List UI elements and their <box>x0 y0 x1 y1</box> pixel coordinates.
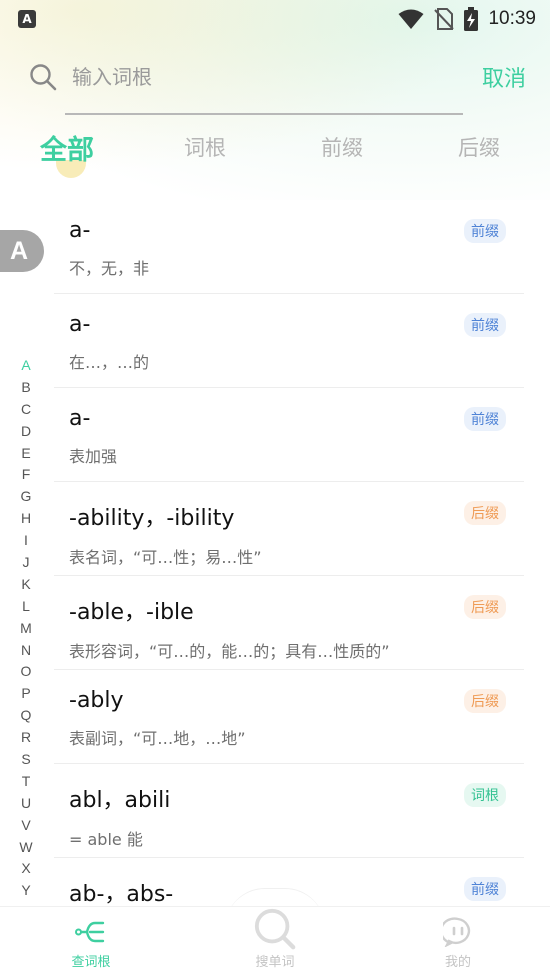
index-letter-d[interactable]: D <box>14 421 38 443</box>
list-item[interactable]: a- 在…，…的 前缀 <box>54 294 524 388</box>
index-letter-g[interactable]: G <box>14 486 38 508</box>
type-badge: 前缀 <box>464 407 506 431</box>
wifi-icon <box>398 9 424 29</box>
word-root-list: a- 不，无，非 前缀 a- 在…，…的 前缀 a- 表加强 前缀 -abili… <box>54 200 524 952</box>
tab-root[interactable]: 词根 <box>184 132 226 162</box>
item-title: -ability，-ibility <box>69 506 235 531</box>
search-input[interactable] <box>72 65 482 89</box>
nav-label: 搜单词 <box>255 955 295 970</box>
tab-all[interactable]: 全部 <box>40 128 94 167</box>
index-letter-a[interactable]: A <box>14 355 38 377</box>
index-letter-m[interactable]: M <box>14 618 38 640</box>
type-badge: 前缀 <box>464 313 506 337</box>
tab-prefix[interactable]: 前缀 <box>321 132 363 162</box>
item-description: = able 能 <box>69 830 143 849</box>
status-time: 10:39 <box>488 8 536 29</box>
index-letter-i[interactable]: I <box>14 530 38 552</box>
index-letter-n[interactable]: N <box>14 640 38 662</box>
type-badge: 前缀 <box>464 219 506 243</box>
list-item[interactable]: -able，-ible 表形容词，“可…的，能…的；具有…性质的” 后缀 <box>54 576 524 670</box>
type-badge: 前缀 <box>464 877 506 901</box>
index-letter-v[interactable]: V <box>14 815 38 837</box>
type-badge: 词根 <box>464 783 506 807</box>
item-title: abl，abili <box>69 788 171 813</box>
index-letter-p[interactable]: P <box>14 683 38 705</box>
item-title: a- <box>69 406 91 431</box>
bottom-navigation: 查词根 搜单词 我的 <box>0 906 550 979</box>
alphabet-index[interactable]: A B C D E F G H I J K L M N O P Q R S T … <box>14 355 38 902</box>
item-description: 不，无，非 <box>69 259 150 278</box>
index-letter-u[interactable]: U <box>14 793 38 815</box>
item-description: 表副词，“可…地，…地” <box>69 729 246 748</box>
index-letter-q[interactable]: Q <box>14 705 38 727</box>
nav-mine[interactable]: 我的 <box>408 907 508 979</box>
item-description: 表加强 <box>69 447 118 466</box>
nav-lookup-root[interactable]: 查词根 <box>41 907 141 979</box>
item-title: -able，-ible <box>69 600 194 625</box>
list-item[interactable]: -ability，-ibility 表名词，“可…性；易…性” 后缀 <box>54 482 524 576</box>
index-letter-r[interactable]: R <box>14 727 38 749</box>
index-letter-x[interactable]: X <box>14 858 38 880</box>
nav-search-word[interactable]: 搜单词 <box>225 907 325 979</box>
search-bar: 取消 <box>28 54 528 100</box>
index-letter-b[interactable]: B <box>14 377 38 399</box>
no-sim-icon <box>434 8 455 30</box>
type-badge: 后缀 <box>464 595 506 619</box>
index-letter-w[interactable]: W <box>14 837 38 859</box>
index-letter-c[interactable]: C <box>14 399 38 421</box>
category-tabs: 全部 词根 前缀 后缀 <box>0 132 550 180</box>
item-description: 表形容词，“可…的，能…的；具有…性质的” <box>69 642 390 661</box>
list-item[interactable]: -ably 表副词，“可…地，…地” 后缀 <box>54 670 524 764</box>
type-badge: 后缀 <box>464 689 506 713</box>
index-letter-s[interactable]: S <box>14 749 38 771</box>
list-item[interactable]: abl，abili = able 能 词根 <box>54 764 524 858</box>
item-title: a- <box>69 312 91 337</box>
status-bar: A 10:39 <box>0 0 550 38</box>
index-letter-t[interactable]: T <box>14 771 38 793</box>
index-letter-h[interactable]: H <box>14 508 38 530</box>
search-icon <box>30 64 57 91</box>
current-letter-indicator: A <box>0 230 44 272</box>
search-underline <box>65 113 463 115</box>
search-icon <box>254 908 296 950</box>
item-title: a- <box>69 218 91 243</box>
nav-label: 我的 <box>444 955 471 970</box>
app-notification-icon: A <box>18 10 36 28</box>
index-letter-y[interactable]: Y <box>14 880 38 902</box>
type-badge: 后缀 <box>464 501 506 525</box>
index-letter-j[interactable]: J <box>14 552 38 574</box>
item-description: 表名词，“可…性；易…性” <box>69 548 262 567</box>
item-title: -ably <box>69 688 124 713</box>
index-letter-l[interactable]: L <box>14 596 38 618</box>
battery-charging-icon <box>464 7 479 31</box>
cancel-button[interactable]: 取消 <box>482 61 526 93</box>
tree-icon <box>75 921 105 943</box>
index-letter-o[interactable]: O <box>14 661 38 683</box>
nav-label: 查词根 <box>71 955 111 970</box>
list-item[interactable]: a- 不，无，非 前缀 <box>54 200 524 294</box>
list-item[interactable]: a- 表加强 前缀 <box>54 388 524 482</box>
index-letter-e[interactable]: E <box>14 443 38 465</box>
face-icon <box>443 917 471 947</box>
item-description: 在…，…的 <box>69 353 150 372</box>
index-letter-k[interactable]: K <box>14 574 38 596</box>
index-letter-f[interactable]: F <box>14 464 38 486</box>
tab-suffix[interactable]: 后缀 <box>458 132 500 162</box>
